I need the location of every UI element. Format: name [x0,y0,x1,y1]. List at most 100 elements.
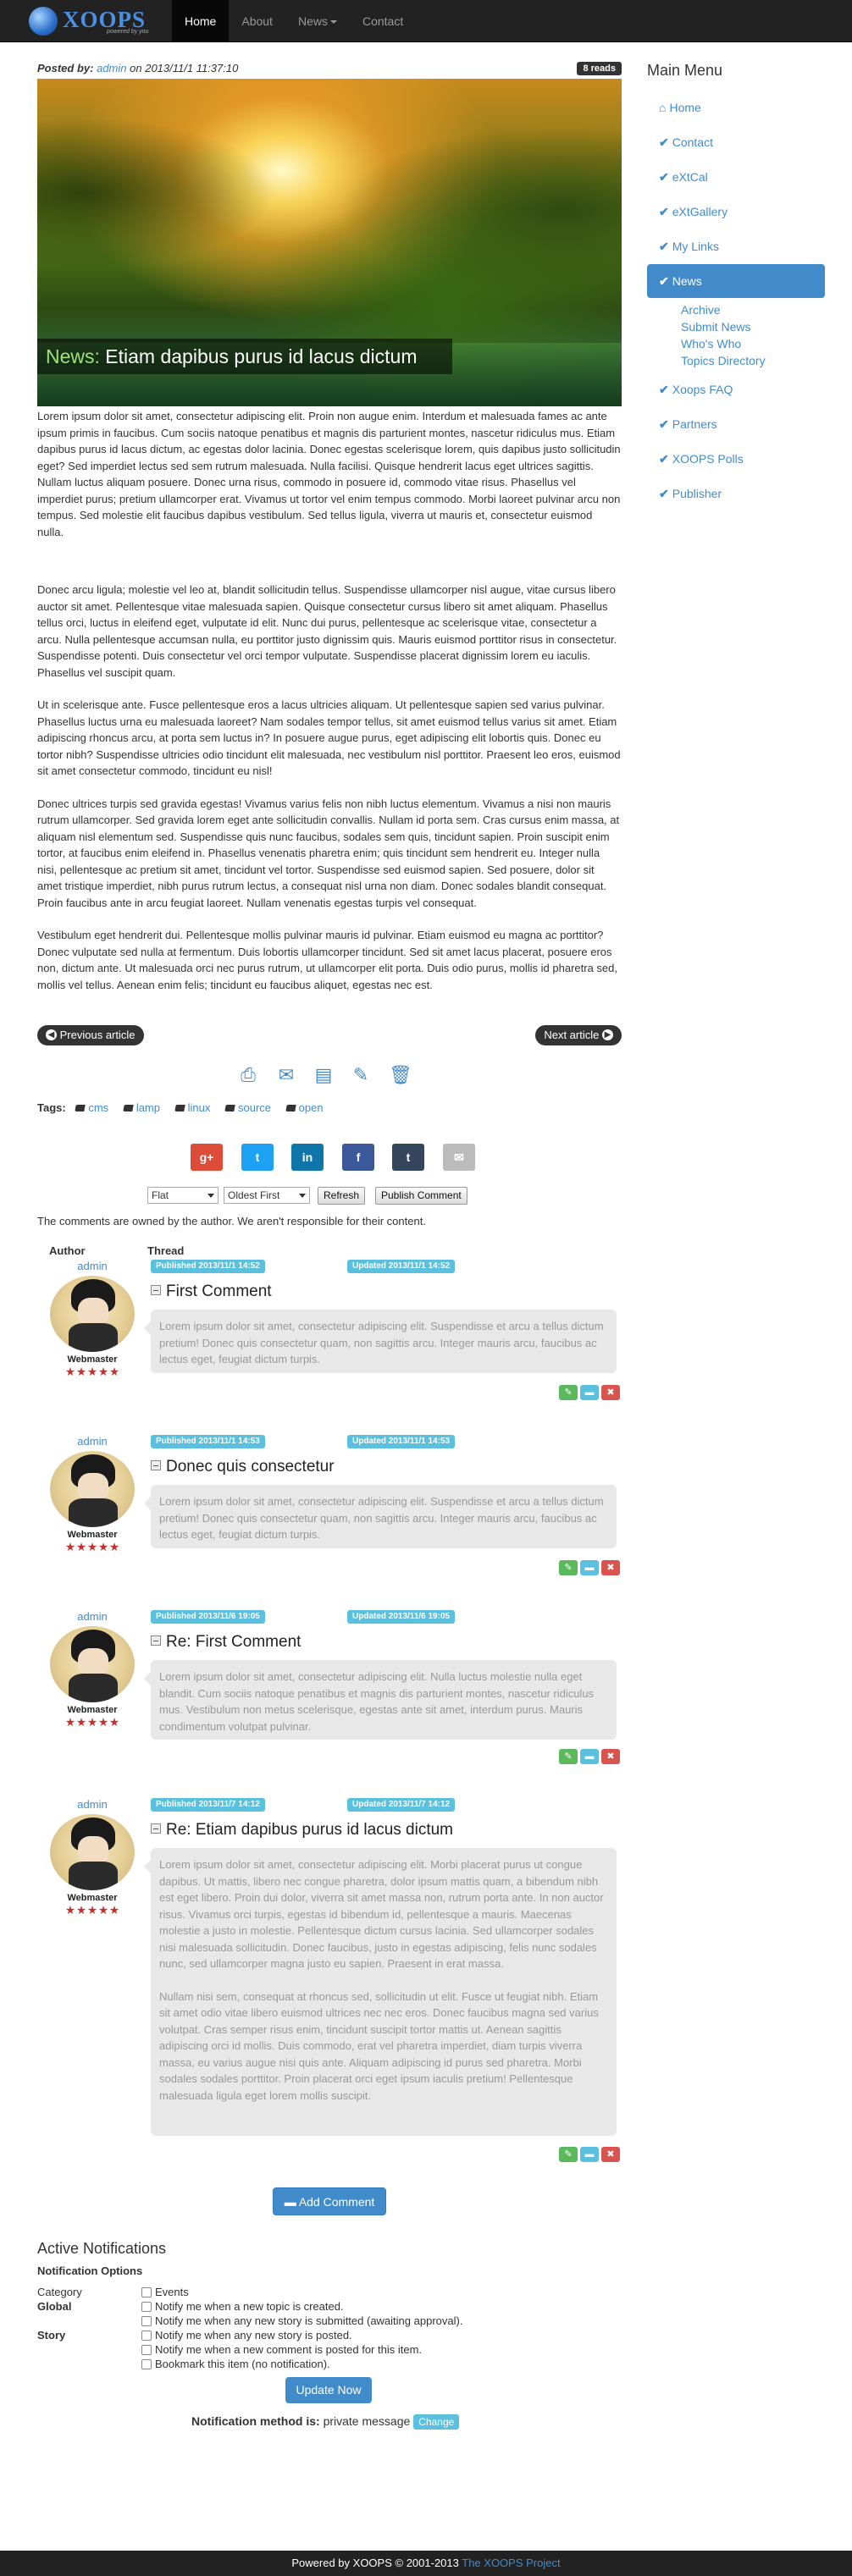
submenu-whos-who[interactable]: Who's Who [681,335,825,352]
google-plus-icon[interactable]: g+ [191,1144,223,1171]
comment-title[interactable]: Re: First Comment [151,1633,301,1652]
sidebar-item-extgallery[interactable]: ✔ eXtGallery [647,195,825,229]
edit-comment-icon[interactable]: ✎ [559,2147,578,2162]
delete-comment-icon[interactable]: ✖ [601,2147,620,2162]
comment-title[interactable]: Donec quis consectetur [151,1458,335,1476]
sidebar-item-extcal[interactable]: ✔ eXtCal [647,160,825,195]
edit-comment-icon[interactable]: ✎ [559,1560,578,1575]
star-icon [65,1367,75,1376]
article-paragraph: Ut in scelerisque ante. Fusce pellentesq… [37,698,621,777]
notification-checkbox[interactable] [141,2345,152,2355]
notification-checkbox[interactable] [141,2287,152,2297]
tag-link[interactable]: source [224,1101,271,1114]
facebook-icon[interactable]: f [342,1144,374,1171]
pdf-icon[interactable]: ▤ [314,1064,333,1086]
notification-checkbox[interactable] [141,2316,152,2326]
delete-comment-icon[interactable]: ✖ [601,1749,620,1764]
tag-icon [174,1105,185,1111]
reply-comment-icon[interactable]: ▬ [580,2147,599,2162]
collapse-icon[interactable] [151,1636,161,1646]
comment-title[interactable]: First Comment [151,1282,272,1301]
print-icon[interactable]: ⎙ [239,1064,257,1086]
notification-checkbox[interactable] [141,2302,152,2312]
linkedin-icon[interactable]: in [291,1144,324,1171]
delete-icon[interactable]: 🗑 [389,1064,412,1086]
check-icon: ✔ [659,417,669,431]
nav-home[interactable]: Home [172,0,230,42]
sidebar: Main Menu ⌂ Home ✔ Contact ✔ eXtCal ✔ eXtGal… [647,62,825,511]
star-icon [76,1906,86,1915]
comment-order-select[interactable]: Oldest First [224,1187,310,1204]
submenu-topics-directory[interactable]: Topics Directory [681,352,825,369]
change-button[interactable]: Change [413,2414,460,2430]
article-meta: Posted by: admin on 2013/11/1 11:37:10 8… [37,62,622,77]
star-icon [76,1542,86,1552]
sidebar-item-partners[interactable]: ✔ Partners [647,407,825,442]
mail-share-icon[interactable]: ✉ [443,1144,475,1171]
comment-username[interactable]: admin [37,1798,147,1811]
notification-method: Notification method is: private message C… [191,2414,460,2430]
sidebar-item-news[interactable]: ✔ News [647,264,825,298]
collapse-icon[interactable] [151,1823,161,1834]
delete-comment-icon[interactable]: ✖ [601,1385,620,1400]
sidebar-item-contact[interactable]: ✔ Contact [647,125,825,160]
footer-link[interactable]: The XOOPS Project [462,2557,560,2569]
sidebar-item-xoops-faq[interactable]: ✔ Xoops FAQ [647,372,825,407]
nav-about[interactable]: About [229,0,285,42]
tag-link[interactable]: cms [75,1101,108,1114]
check-icon: ✔ [659,452,669,466]
nav-contact[interactable]: Contact [350,0,416,42]
author-link[interactable]: admin [97,62,126,74]
nav-news[interactable]: News [285,0,350,42]
twitter-icon[interactable]: t [241,1144,274,1171]
reply-comment-icon[interactable]: ▬ [580,1560,599,1575]
notification-checkbox[interactable] [141,2331,152,2341]
edit-comment-icon[interactable]: ✎ [559,1749,578,1764]
article-paragraph: Donec ultrices turpis sed gravida egesta… [37,797,620,909]
comment-mode-select[interactable]: Flat [147,1187,219,1204]
edit-comment-icon[interactable]: ✎ [559,1385,578,1400]
comment-item: admin Webmaster Published 2013/11/1 14:5… [37,1435,622,1610]
star-icon [98,1718,108,1727]
previous-label: Previous article [59,1029,136,1041]
previous-article-button[interactable]: ◀ Previous article [37,1025,144,1045]
tag-link[interactable]: linux [174,1101,210,1114]
submenu-archive[interactable]: Archive [681,301,825,318]
nav-news-label: News [297,14,328,28]
tag-link[interactable]: lamp [123,1101,160,1114]
brand-tagline: powered by you [107,29,149,35]
notification-checkbox[interactable] [141,2359,152,2369]
collapse-icon[interactable] [151,1285,161,1295]
comment-username[interactable]: admin [37,1260,147,1272]
add-comment-button[interactable]: ▬ Add Comment [273,2187,386,2215]
home-icon: ⌂ [659,101,667,114]
social-share-bar: g+ t in f t ✉ [37,1144,622,1171]
check-icon: ✔ [659,487,669,500]
sidebar-item-home[interactable]: ⌂ Home [647,91,825,125]
next-article-button[interactable]: Next article ▶ [535,1025,622,1045]
refresh-button[interactable]: Refresh [318,1187,366,1205]
comment-username[interactable]: admin [37,1435,147,1448]
posted-by-label: Posted by: [37,62,94,74]
comments-table-header: Author Thread [37,1244,622,1258]
delete-comment-icon[interactable]: ✖ [601,1560,620,1575]
reply-comment-icon[interactable]: ▬ [580,1749,599,1764]
sidebar-item-my-links[interactable]: ✔ My Links [647,229,825,264]
comment-title[interactable]: Re: Etiam dapibus purus id lacus dictum [151,1821,453,1840]
reply-comment-icon[interactable]: ▬ [580,1385,599,1400]
brand-logo[interactable]: XOOPS powered by you [29,5,156,37]
publish-comment-button[interactable]: Publish Comment [375,1187,467,1205]
post-date: on 2013/11/1 11:37:10 [130,62,239,74]
sidebar-item-publisher[interactable]: ✔ Publisher [647,477,825,511]
tag-link[interactable]: open [285,1101,324,1114]
caret-down-icon [329,20,337,25]
comment-controls: Flat Oldest First Refresh Publish Commen… [37,1184,622,1205]
sidebar-item-xoops-polls[interactable]: ✔ XOOPS Polls [647,442,825,477]
update-now-button[interactable]: Update Now [285,2377,372,2403]
edit-icon[interactable]: ✎ [351,1064,370,1086]
comment-username[interactable]: admin [37,1610,147,1623]
tumblr-icon[interactable]: t [392,1144,424,1171]
collapse-icon[interactable] [151,1460,161,1470]
submenu-submit-news[interactable]: Submit News [681,318,825,335]
email-icon[interactable]: ✉ [277,1064,296,1086]
